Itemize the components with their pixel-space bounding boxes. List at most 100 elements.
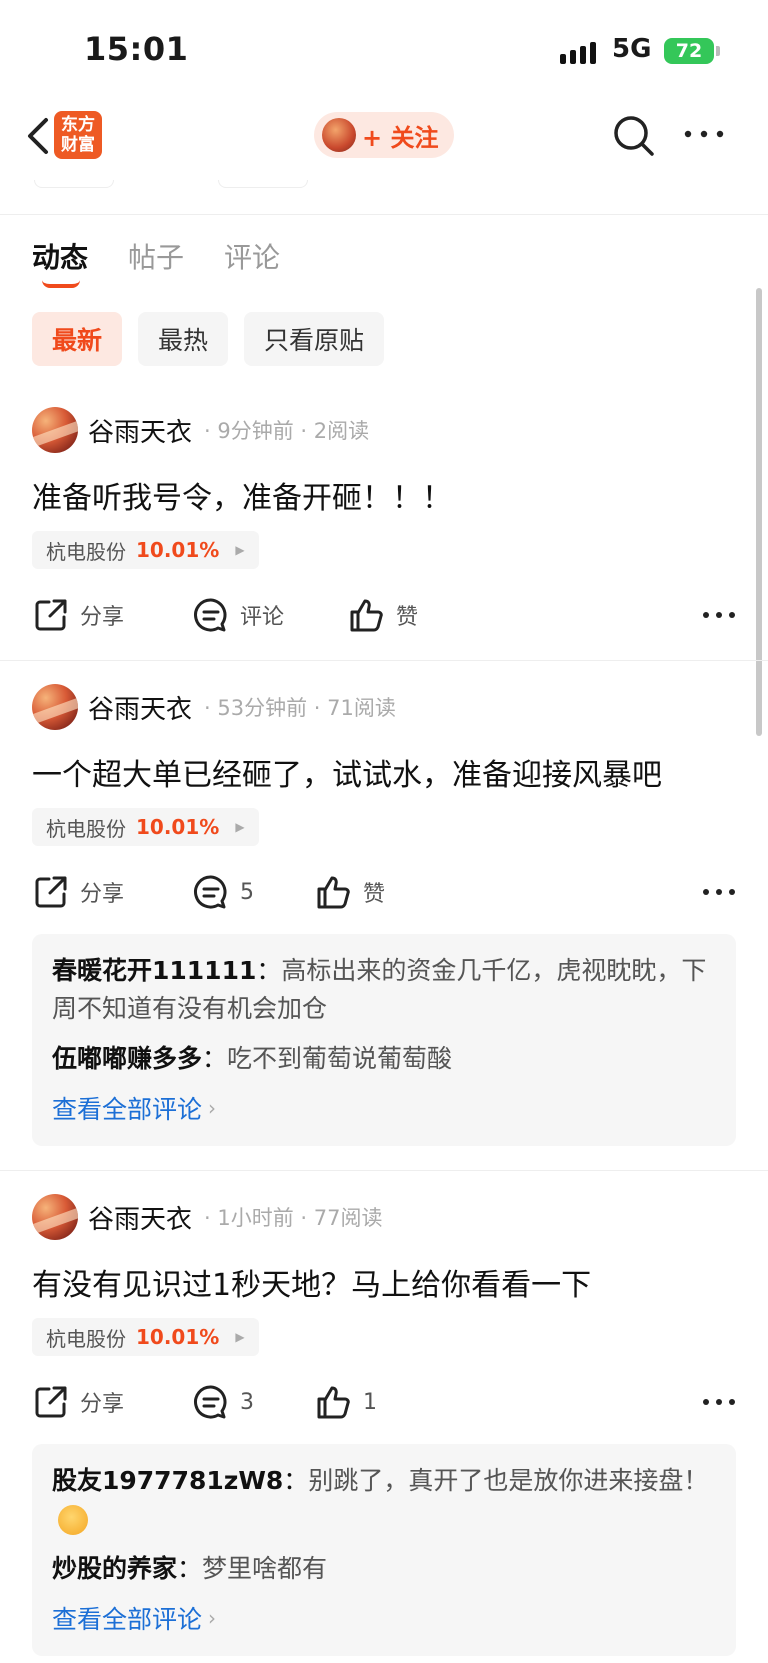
view-all-comments-link[interactable]: 查看全部评论 › <box>52 1600 716 1636</box>
comment-button[interactable]: 5 <box>192 870 254 914</box>
comment-label: 评论 <box>240 605 285 630</box>
stock-tag[interactable]: 杭电股份 10.01% ▶ <box>32 808 259 846</box>
comment-user[interactable]: 炒股的养家 <box>52 1554 177 1583</box>
comment-item[interactable]: 股友1977781zW8：别跳了，真开了也是放你进来接盘！ <box>52 1462 716 1538</box>
play-icon: ▶ <box>235 1330 245 1344</box>
more-icon[interactable] <box>702 882 736 902</box>
post-header: 谷雨天衣 · 9分钟前 · 2阅读 <box>32 407 369 453</box>
avatar[interactable] <box>32 684 78 730</box>
logo-text-top: 东方 <box>61 115 95 135</box>
stock-change: 10.01% <box>136 1325 220 1349</box>
like-button[interactable]: 赞 <box>348 593 418 637</box>
post-actions: 分享 评论 赞 <box>32 593 736 637</box>
comment-icon <box>194 598 227 632</box>
post-text[interactable]: 准备听我号令，准备开砸！！！ <box>32 473 452 517</box>
comment-user[interactable]: 伍嘟嘟赚多多 <box>52 1044 202 1073</box>
comment-icon <box>194 875 227 909</box>
post-meta: · 53分钟前 · 71阅读 <box>204 696 396 720</box>
tab-label: 评论 <box>224 241 281 274</box>
post-time: 9分钟前 <box>217 419 294 443</box>
chevron-right-icon: › <box>208 1096 217 1120</box>
scrollbar[interactable] <box>756 288 762 736</box>
stock-tag[interactable]: 杭电股份 10.01% ▶ <box>32 1318 259 1356</box>
share-button[interactable]: 分享 <box>32 1380 124 1424</box>
comment-item[interactable]: 伍嘟嘟赚多多：吃不到葡萄说葡萄酸 <box>52 1040 716 1078</box>
avatar <box>322 118 356 152</box>
comment-icon <box>194 1385 227 1419</box>
tab-label: 动态 <box>32 241 89 274</box>
share-icon <box>35 599 67 631</box>
search-icon[interactable] <box>610 112 658 160</box>
signal-icon <box>560 40 596 64</box>
post-header: 谷雨天衣 · 1小时前 · 77阅读 <box>32 1194 383 1240</box>
view-all-comments-link[interactable]: 查看全部评论 › <box>52 1090 716 1126</box>
comment-user[interactable]: 春暖花开111111 <box>52 956 256 985</box>
tab-posts[interactable]: 帖子 <box>128 236 184 276</box>
chevron-right-icon: › <box>208 1606 217 1630</box>
share-label: 分享 <box>80 605 125 630</box>
comment-preview: 春暖花开111111：高标出来的资金几千亿，虎视眈眈，下周不知道有没有机会加仓 … <box>32 934 736 1146</box>
comment-button[interactable]: 3 <box>192 1380 254 1424</box>
battery-icon: 72 <box>664 38 714 64</box>
author-name[interactable]: 谷雨天衣 <box>88 1199 192 1236</box>
like-icon <box>317 1386 350 1419</box>
share-button[interactable]: 分享 <box>32 870 124 914</box>
filter-original[interactable]: 只看原贴 <box>244 312 385 366</box>
stock-change: 10.01% <box>136 815 220 839</box>
like-icon <box>317 876 350 909</box>
post-text[interactable]: 一个超大单已经砸了，试试水，准备迎接风暴吧 <box>32 750 662 794</box>
post-header: 谷雨天衣 · 53分钟前 · 71阅读 <box>32 684 396 730</box>
post-text[interactable]: 有没有见识过1秒天地？马上给你看看一下 <box>32 1260 591 1304</box>
battery-cap <box>716 46 720 56</box>
like-button[interactable]: 赞 <box>315 870 385 914</box>
play-icon: ▶ <box>235 820 245 834</box>
emoji-icon <box>58 1505 88 1535</box>
author-name[interactable]: 谷雨天衣 <box>88 412 192 449</box>
play-icon: ▶ <box>235 543 245 557</box>
status-time: 15:01 <box>84 30 189 68</box>
stock-tag[interactable]: 杭电股份 10.01% ▶ <box>32 531 259 569</box>
post-reads: 2阅读 <box>313 419 370 443</box>
header-remnant <box>218 180 308 188</box>
stock-name: 杭电股份 <box>46 816 126 841</box>
comment-item[interactable]: 炒股的养家：梦里啥都有 <box>52 1550 716 1588</box>
author-name[interactable]: 谷雨天衣 <box>88 689 192 726</box>
avatar[interactable] <box>32 1194 78 1240</box>
like-icon <box>350 599 383 632</box>
divider <box>0 214 768 215</box>
comment-item[interactable]: 春暖花开111111：高标出来的资金几千亿，虎视眈眈，下周不知道有没有机会加仓 <box>52 952 716 1028</box>
view-all-label: 查看全部评论 <box>52 1605 203 1634</box>
filter-hot[interactable]: 最热 <box>138 312 229 366</box>
back-icon[interactable] <box>18 114 58 158</box>
comment-text: 别跳了，真开了也是放你进来接盘！ <box>308 1466 709 1495</box>
more-icon[interactable] <box>682 122 726 146</box>
follow-button[interactable]: + 关注 <box>314 112 454 158</box>
tab-bar: 动态 帖子 评论 <box>32 236 280 288</box>
avatar[interactable] <box>32 407 78 453</box>
comment-button[interactable]: 评论 <box>192 593 284 637</box>
filter-latest[interactable]: 最新 <box>32 312 123 366</box>
stock-name: 杭电股份 <box>46 539 126 564</box>
divider <box>0 1170 768 1171</box>
more-icon[interactable] <box>702 1392 736 1412</box>
comment-preview: 股友1977781zW8：别跳了，真开了也是放你进来接盘！ 炒股的养家：梦里啥都… <box>32 1444 736 1656</box>
post-actions: 分享 3 1 <box>32 1380 736 1424</box>
share-button[interactable]: 分享 <box>32 593 124 637</box>
network-label: 5G <box>612 34 652 64</box>
comment-user[interactable]: 股友1977781zW8 <box>52 1466 283 1495</box>
tab-dynamics[interactable]: 动态 <box>32 236 89 288</box>
post-reads: 71阅读 <box>327 696 396 720</box>
app-logo[interactable]: 东方 财富 <box>54 111 102 159</box>
nav-bar: 东方 财富 + 关注 <box>0 100 768 180</box>
status-bar: 15:01 5G 72 <box>0 0 768 100</box>
like-label: 赞 <box>363 882 386 907</box>
more-icon[interactable] <box>702 605 736 625</box>
comment-count: 3 <box>240 1389 254 1415</box>
post-reads: 77阅读 <box>313 1206 383 1230</box>
share-label: 分享 <box>80 882 125 907</box>
stock-change: 10.01% <box>136 538 220 562</box>
tab-comments[interactable]: 评论 <box>224 236 280 276</box>
filter-bar: 最新 最热 只看原贴 <box>32 312 385 366</box>
stock-name: 杭电股份 <box>46 1326 126 1351</box>
like-button[interactable]: 1 <box>315 1380 377 1424</box>
